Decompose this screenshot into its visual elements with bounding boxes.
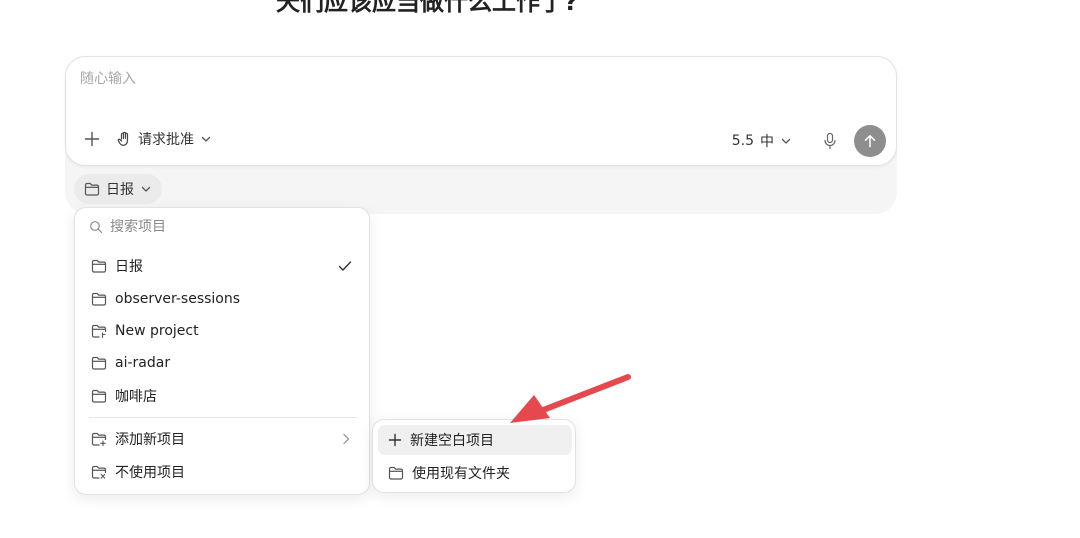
folder-icon xyxy=(91,389,107,403)
composer-toolbar-left: 请求批准 xyxy=(82,129,212,149)
arrow-up-icon xyxy=(864,135,876,148)
composer: 请求批准 5.5 中 xyxy=(65,56,897,166)
project-item-label: 日报 xyxy=(115,259,143,275)
project-item-new-project[interactable]: New project xyxy=(83,316,361,346)
send-button[interactable] xyxy=(854,125,886,157)
new-blank-project-label: 新建空白项目 xyxy=(410,433,494,449)
menu-divider xyxy=(89,417,357,418)
project-item-observer-sessions[interactable]: observer-sessions xyxy=(83,284,361,314)
checkmark-icon xyxy=(338,261,352,271)
project-item-label: 咖啡店 xyxy=(115,389,157,405)
chevron-down-icon xyxy=(141,186,151,192)
add-project-submenu: 新建空白项目 使用现有文件夹 xyxy=(372,419,576,493)
chevron-down-icon xyxy=(201,136,211,142)
use-existing-folder-item[interactable]: 使用现有文件夹 xyxy=(378,458,572,488)
page-heading: 天们应该应当做什么工作了? xyxy=(276,0,578,16)
add-attachment-button[interactable] xyxy=(82,129,102,149)
project-item-coffee-shop[interactable]: 咖啡店 xyxy=(83,381,361,411)
search-icon xyxy=(90,221,103,234)
project-selector-chip[interactable]: 日报 xyxy=(74,174,162,204)
project-item-daily-report[interactable]: 日报 xyxy=(83,251,361,281)
project-item-label: New project xyxy=(115,323,199,339)
project-menu: 日报 observer-sessions New project ai-rada… xyxy=(74,207,370,495)
prompt-input[interactable] xyxy=(80,71,680,87)
folder-x-icon xyxy=(91,465,107,479)
approval-mode-dropdown[interactable]: 请求批准 xyxy=(116,129,212,149)
folder-icon xyxy=(91,292,107,306)
no-project-label: 不使用项目 xyxy=(115,465,185,481)
project-item-label: observer-sessions xyxy=(115,291,241,307)
approval-mode-label: 请求批准 xyxy=(138,132,194,148)
folder-plus-icon xyxy=(91,432,107,446)
plus-icon xyxy=(388,433,402,447)
folder-git-icon xyxy=(91,324,107,338)
add-project-item[interactable]: 添加新项目 xyxy=(83,424,361,454)
project-search-input[interactable] xyxy=(110,219,330,235)
model-selector[interactable]: 5.5 中 xyxy=(732,131,792,151)
project-item-ai-radar[interactable]: ai-radar xyxy=(83,348,361,378)
hand-icon xyxy=(117,131,129,146)
chevron-down-icon xyxy=(781,138,791,144)
microphone-icon xyxy=(824,132,836,150)
use-existing-folder-label: 使用现有文件夹 xyxy=(412,466,510,482)
folder-icon xyxy=(388,466,404,480)
add-project-label: 添加新项目 xyxy=(115,432,185,448)
no-project-item[interactable]: 不使用项目 xyxy=(83,457,361,487)
folder-icon xyxy=(84,182,100,196)
reasoning-effort-label: 中 xyxy=(760,134,774,150)
project-item-label: ai-radar xyxy=(115,355,171,371)
project-search xyxy=(89,219,330,235)
folder-icon xyxy=(91,259,107,273)
chevron-right-icon xyxy=(343,433,350,445)
model-version-label: 5.5 xyxy=(731,133,754,149)
folder-icon xyxy=(91,356,107,370)
voice-input-button[interactable] xyxy=(820,131,840,151)
annotation-arrow-icon xyxy=(510,374,631,423)
project-chip-label: 日报 xyxy=(106,182,134,198)
composer-toolbar-right: 5.5 中 xyxy=(732,125,886,157)
plus-icon xyxy=(84,131,100,147)
